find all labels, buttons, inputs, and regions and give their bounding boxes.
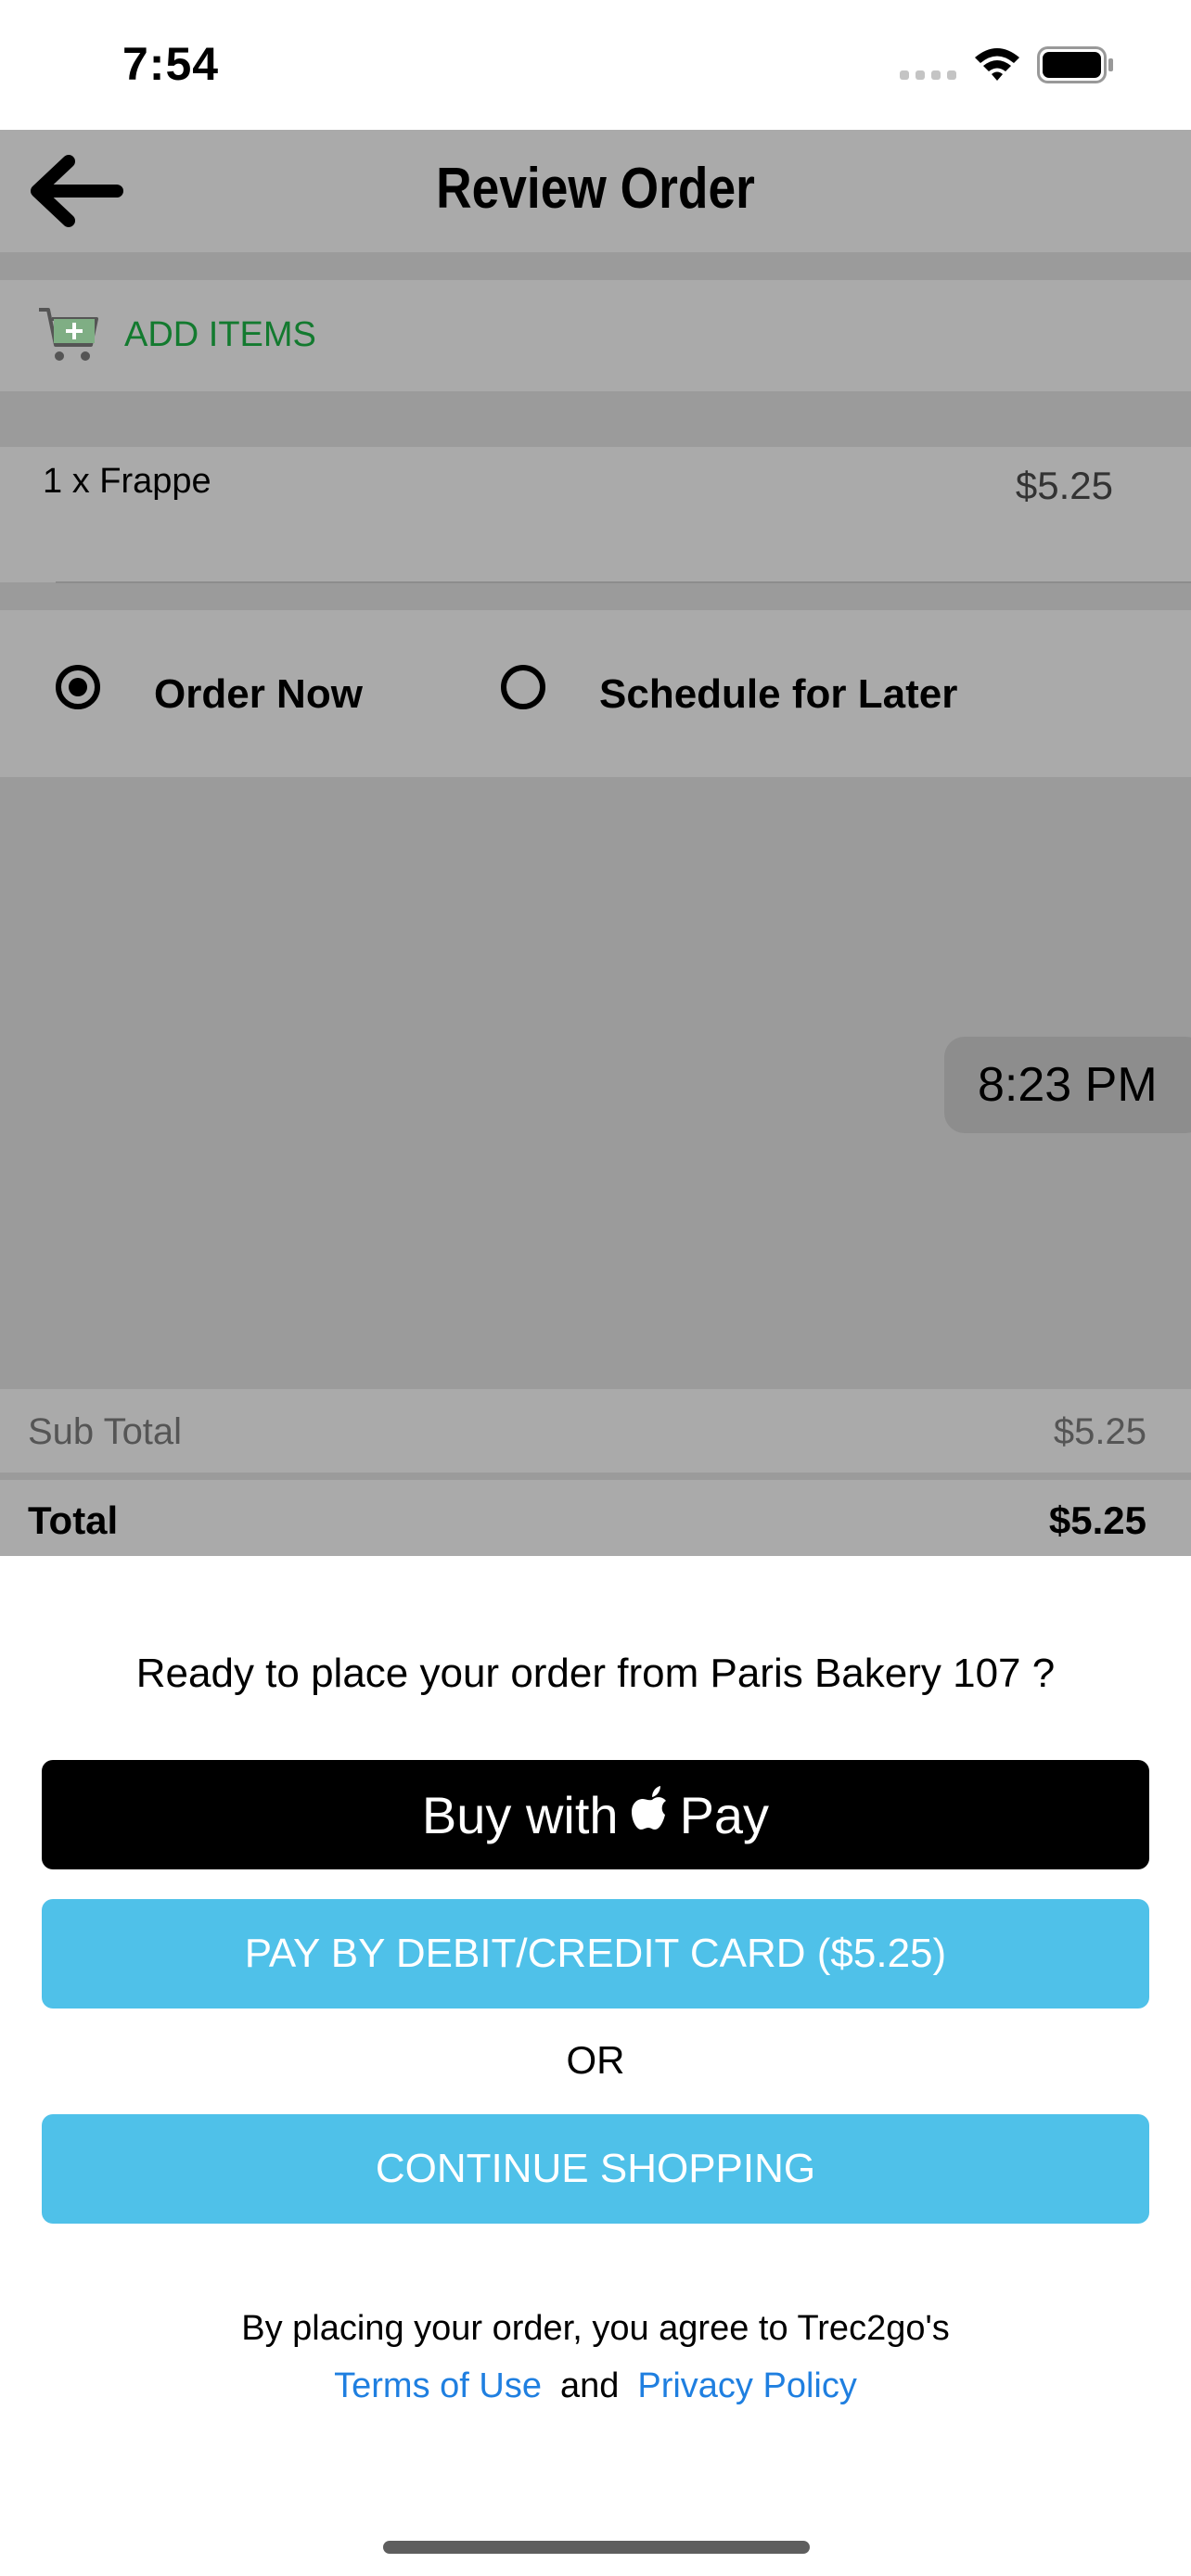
apple-pay-prefix: Buy with [421, 1785, 619, 1844]
schedule-later-label[interactable]: Schedule for Later [599, 671, 957, 718]
item-name: 1 x Frappe [43, 462, 211, 501]
add-items-label[interactable]: ADD ITEMS [124, 315, 316, 355]
home-indicator[interactable] [383, 2541, 810, 2554]
terms-links: Terms of Use and Privacy Policy [0, 2366, 1191, 2406]
order-now-radio[interactable] [56, 665, 100, 709]
total-value: $5.25 [1048, 1498, 1146, 1542]
item-divider [56, 581, 1191, 583]
wifi-icon [975, 48, 1019, 81]
schedule-later-radio[interactable] [501, 665, 545, 709]
order-now-label[interactable]: Order Now [154, 671, 363, 718]
terms-notice: By placing your order, you agree to Trec… [241, 2309, 950, 2348]
status-time: 7:54 [122, 38, 220, 90]
cart-plus-icon[interactable] [37, 304, 100, 365]
apple-icon [631, 1786, 666, 1830]
signal-icon [900, 70, 956, 80]
page-title: Review Order [436, 157, 755, 221]
total-row [0, 1480, 1191, 1556]
total-label: Total [28, 1498, 119, 1542]
apple-pay-suffix: Pay [679, 1785, 770, 1844]
subtotal-label: Sub Total [28, 1411, 183, 1452]
confirm-question: Ready to place your order from Paris Bak… [135, 1651, 1056, 1696]
pay-by-card-button[interactable]: PAY BY DEBIT/CREDIT CARD ($5.25) [42, 1899, 1149, 2009]
and-text: and [559, 2366, 620, 2405]
time-picker-value[interactable]: 8:23 PM [978, 1057, 1158, 1113]
battery-icon [1037, 46, 1113, 83]
privacy-policy-link[interactable]: Privacy Policy [637, 2366, 857, 2405]
terms-of-use-link[interactable]: Terms of Use [334, 2366, 542, 2405]
apple-pay-button[interactable]: Buy with Pay [42, 1760, 1149, 1869]
continue-shopping-button[interactable]: CONTINUE SHOPPING [42, 2114, 1149, 2224]
subtotal-value: $5.25 [1053, 1411, 1146, 1452]
or-separator: OR [566, 2038, 625, 2082]
item-price: $5.25 [1015, 464, 1113, 507]
